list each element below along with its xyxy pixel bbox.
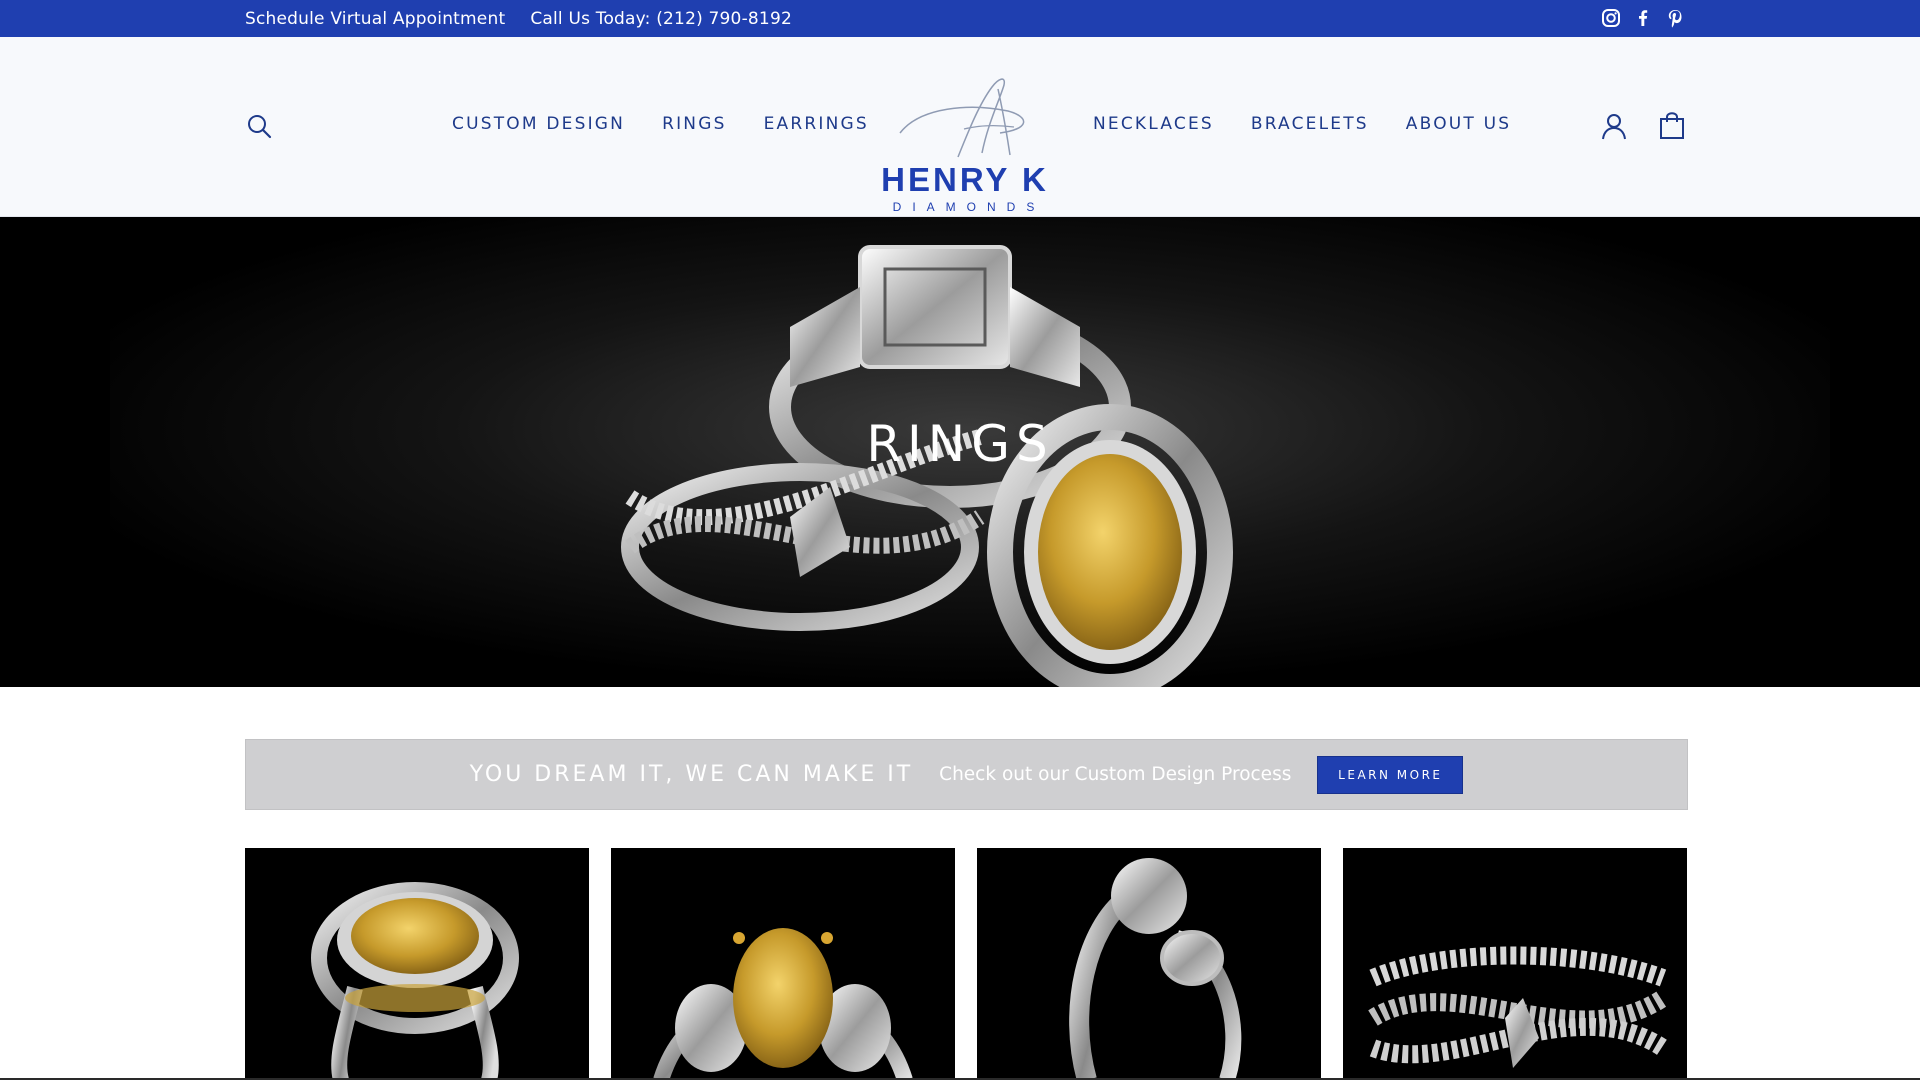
account-icon[interactable] [1601, 112, 1627, 140]
nav-about-us[interactable]: ABOUT US [1406, 114, 1511, 134]
logo-wordmark: HENRY K [881, 161, 1049, 198]
search-icon[interactable] [246, 113, 272, 139]
product-image [1069, 858, 1242, 1080]
primary-nav-right: NECKLACES BRACELETS ABOUT US [1093, 114, 1511, 134]
announcement-bar: Schedule Virtual Appointment Call Us Tod… [0, 0, 1920, 37]
product-grid [245, 848, 1688, 1080]
promo-subtext: Check out our Custom Design Process [939, 764, 1292, 785]
nav-rings[interactable]: RINGS [662, 114, 727, 134]
nav-custom-design[interactable]: CUSTOM DESIGN [452, 114, 625, 134]
product-card-yellow-oval-halo-ring[interactable] [245, 848, 589, 1080]
learn-more-button[interactable]: LEARN MORE [1317, 755, 1464, 794]
primary-nav-left: CUSTOM DESIGN RINGS EARRINGS [452, 114, 869, 134]
social-links [1601, 8, 1697, 28]
nav-earrings[interactable]: EARRINGS [764, 114, 869, 134]
product-image [653, 928, 913, 1080]
product-card-yellow-three-stone-ring[interactable] [611, 848, 955, 1080]
cart-icon[interactable] [1659, 110, 1685, 140]
instagram-icon[interactable] [1601, 8, 1621, 28]
hero-title: RINGS [866, 415, 1054, 473]
logo-subtitle: DIAMONDS [892, 200, 1046, 214]
hero-banner: RINGS [0, 217, 1920, 687]
facebook-icon[interactable] [1633, 8, 1653, 28]
product-card-crossover-pave-ring[interactable] [1343, 848, 1687, 1080]
nav-bracelets[interactable]: BRACELETS [1251, 114, 1369, 134]
product-image [1368, 946, 1668, 1068]
nav-necklaces[interactable]: NECKLACES [1093, 114, 1214, 134]
topbar-links: Schedule Virtual Appointment Call Us Tod… [245, 0, 792, 37]
custom-design-banner: YOU DREAM IT, WE CAN MAKE IT Check out o… [245, 739, 1688, 810]
brand-logo[interactable]: HENRY K DIAMONDS [880, 67, 1050, 213]
product-card-diamond-bypass-ring[interactable] [977, 848, 1321, 1080]
site-header: CUSTOM DESIGN RINGS EARRINGS HENRY K DIA… [0, 37, 1920, 217]
pinterest-icon[interactable] [1665, 8, 1685, 28]
schedule-appointment-link[interactable]: Schedule Virtual Appointment [245, 9, 505, 29]
promo-headline: YOU DREAM IT, WE CAN MAKE IT [469, 762, 914, 787]
product-image [311, 882, 519, 1080]
phone-link[interactable]: Call Us Today: (212) 790-8192 [530, 9, 792, 29]
